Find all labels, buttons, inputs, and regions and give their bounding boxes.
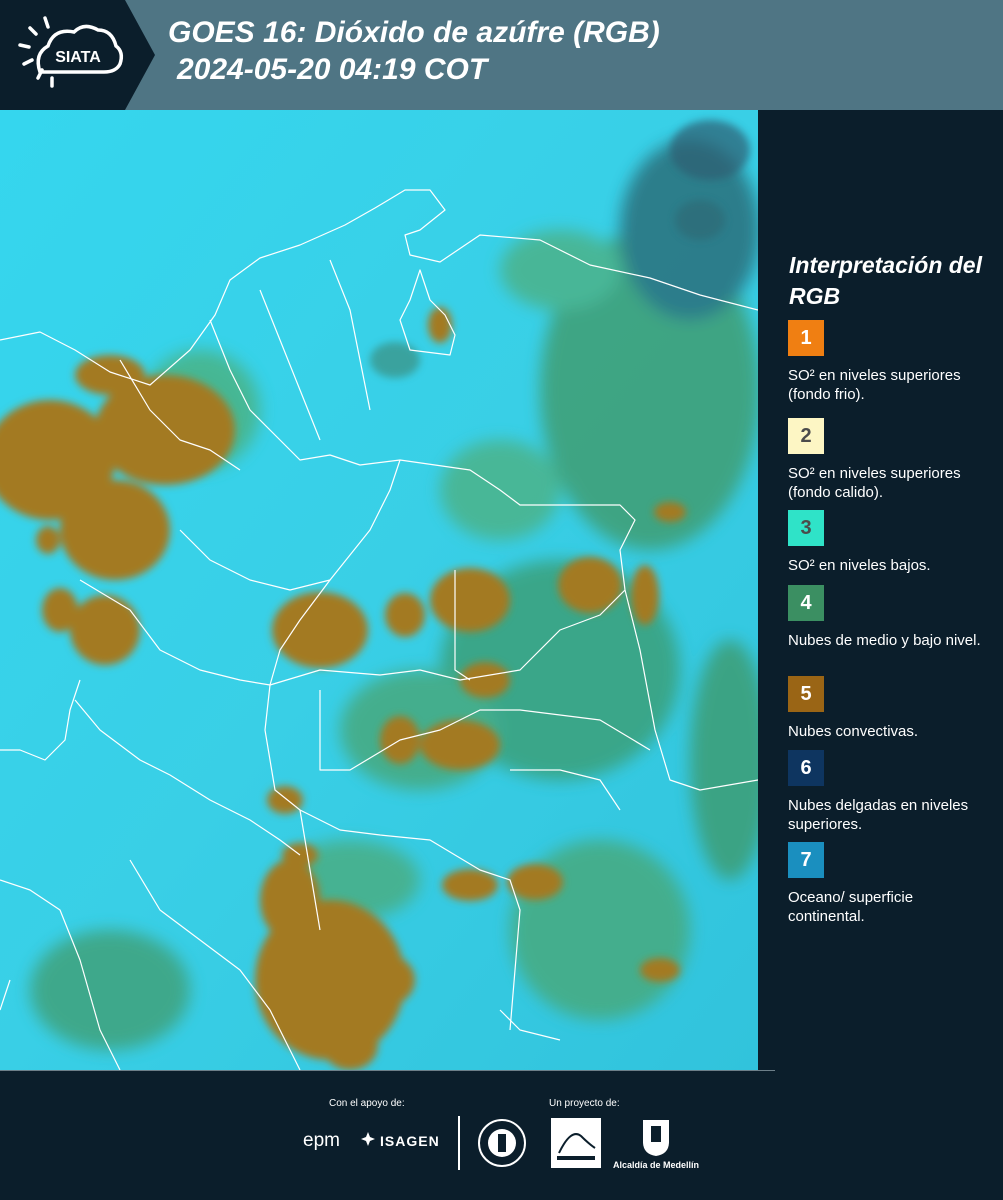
legend-swatch-6: 6: [788, 750, 824, 786]
header-bar: SIATA GOES 16: Dióxido de azúfre (RGB) 2…: [0, 0, 1003, 110]
legend-swatch-2: 2: [788, 418, 824, 454]
legend-text-7: Oceano/ superficie continental.: [788, 889, 914, 925]
area-metropolitana-logo: [551, 1118, 601, 1168]
legend-text-3: SO² en niveles bajos.: [788, 557, 931, 574]
sponsor-divider: [458, 1116, 460, 1170]
legend-item-3: 3 SO² en niveles bajos.: [788, 510, 988, 575]
legend-item-2: 2 SO² en niveles superiores (fondo calid…: [788, 418, 988, 502]
page-title: GOES 16: Dióxido de azúfre (RGB) 2024-05…: [168, 14, 660, 88]
footer-divider-line: [0, 1070, 775, 1071]
alcaldia-shield-logo: [643, 1120, 669, 1156]
legend-swatch-5: 5: [788, 676, 824, 712]
legend-swatch-4: 4: [788, 585, 824, 621]
alcaldia-label: Alcaldía de Medellín: [613, 1160, 700, 1170]
satellite-map-image: [0, 110, 758, 1070]
logo-text: SIATA: [55, 49, 101, 66]
isagen-icon: [361, 1132, 375, 1146]
legend-item-6: 6 Nubes delgadas en niveles superiores.: [788, 750, 988, 834]
legend-swatch-1: 1: [788, 320, 824, 356]
legend-swatch-7: 7: [788, 842, 824, 878]
legend-title: Interpretación del RGB: [789, 252, 982, 309]
legend-item-7: 7 Oceano/ superficie continental.: [788, 842, 988, 926]
support-label: Con el apoyo de:: [329, 1098, 405, 1109]
satellite-map: [0, 110, 758, 1070]
project-label: Un proyecto de:: [549, 1098, 620, 1109]
epm-logo: epm: [303, 1130, 340, 1151]
siata-logo: SIATA: [0, 0, 155, 110]
title-line-1: GOES 16: Dióxido de azúfre (RGB): [168, 16, 660, 49]
isagen-logo: ISAGEN: [380, 1133, 440, 1149]
legend-text-2: SO² en niveles superiores (fondo calido)…: [788, 465, 961, 501]
legend-text-6: Nubes delgadas en niveles superiores.: [788, 797, 969, 833]
footer: Con el apoyo de: Un proyecto de: epm ISA…: [0, 1070, 1003, 1200]
title-line-2: 2024-05-20 04:19 COT: [177, 53, 488, 86]
legend-text-1: SO² en niveles superiores (fondo frio).: [788, 367, 961, 403]
legend-text-5: Nubes convectivas.: [788, 723, 919, 740]
legend-swatch-3: 3: [788, 510, 824, 546]
seal-logo: [478, 1119, 526, 1167]
legend-text-4: Nubes de medio y bajo nivel.: [788, 632, 981, 649]
legend-panel: Interpretación del RGB 1 SO² en niveles …: [760, 110, 1003, 1070]
legend-item-5: 5 Nubes convectivas.: [788, 676, 988, 741]
legend-item-1: 1 SO² en niveles superiores (fondo frio)…: [788, 320, 988, 404]
legend-item-4: 4 Nubes de medio y bajo nivel.: [788, 585, 988, 650]
